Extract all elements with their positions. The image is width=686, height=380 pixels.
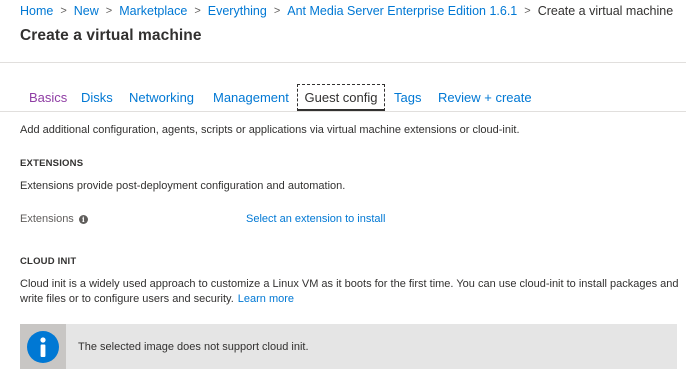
tab-disks[interactable]: Disks: [81, 84, 113, 111]
breadcrumb-home[interactable]: Home: [20, 4, 53, 18]
info-icon[interactable]: i: [78, 214, 88, 224]
chevron-right-icon: >: [194, 5, 201, 17]
page-title: Create a virtual machine: [20, 27, 202, 44]
chevron-right-icon: >: [60, 5, 67, 17]
extensions-description: Extensions provide post-deployment confi…: [20, 180, 346, 192]
cloud-init-description-text: Cloud init is a widely used approach to …: [20, 278, 679, 305]
chevron-right-icon: >: [524, 5, 531, 17]
select-extension-link[interactable]: Select an extension to install: [246, 213, 385, 225]
tab-management[interactable]: Management: [213, 84, 289, 111]
extensions-label: Extensions: [20, 213, 74, 225]
title-divider: [0, 62, 686, 63]
breadcrumb-new[interactable]: New: [74, 4, 99, 18]
chevron-right-icon: >: [273, 5, 281, 17]
breadcrumb-current: Create a virtual machine: [537, 4, 674, 18]
extensions-label-row: Extensions i: [20, 213, 88, 225]
tab-basics[interactable]: Basics: [29, 84, 67, 111]
tab-bar: Basics Disks Networking Management Guest…: [0, 84, 686, 112]
tabs-divider: [0, 111, 686, 112]
breadcrumb-everything[interactable]: Everything: [208, 4, 267, 18]
breadcrumb-ant-media-server[interactable]: Ant Media Server Enterprise Edition 1.6.…: [287, 4, 517, 18]
tab-networking[interactable]: Networking: [129, 84, 194, 111]
chevron-right-icon: >: [105, 5, 113, 17]
intro-text: Add additional configuration, agents, sc…: [20, 124, 520, 136]
info-banner-message: The selected image does not support clou…: [78, 340, 309, 353]
info-banner-icon-area: [20, 324, 66, 369]
tab-guest-config[interactable]: Guest config: [297, 84, 385, 111]
cloud-init-description: Cloud init is a widely used approach to …: [20, 277, 680, 307]
cloud-init-heading: CLOUD INIT: [20, 256, 77, 267]
info-icon: [27, 330, 59, 363]
learn-more-link[interactable]: Learn more: [238, 293, 294, 305]
breadcrumb: Home > New > Marketplace > Everything > …: [20, 3, 673, 19]
breadcrumb-marketplace[interactable]: Marketplace: [119, 4, 187, 18]
info-banner: The selected image does not support clou…: [20, 324, 677, 369]
extensions-heading: EXTENSIONS: [20, 158, 84, 169]
tab-review-create[interactable]: Review + create: [438, 84, 532, 111]
tab-tags[interactable]: Tags: [394, 84, 421, 111]
